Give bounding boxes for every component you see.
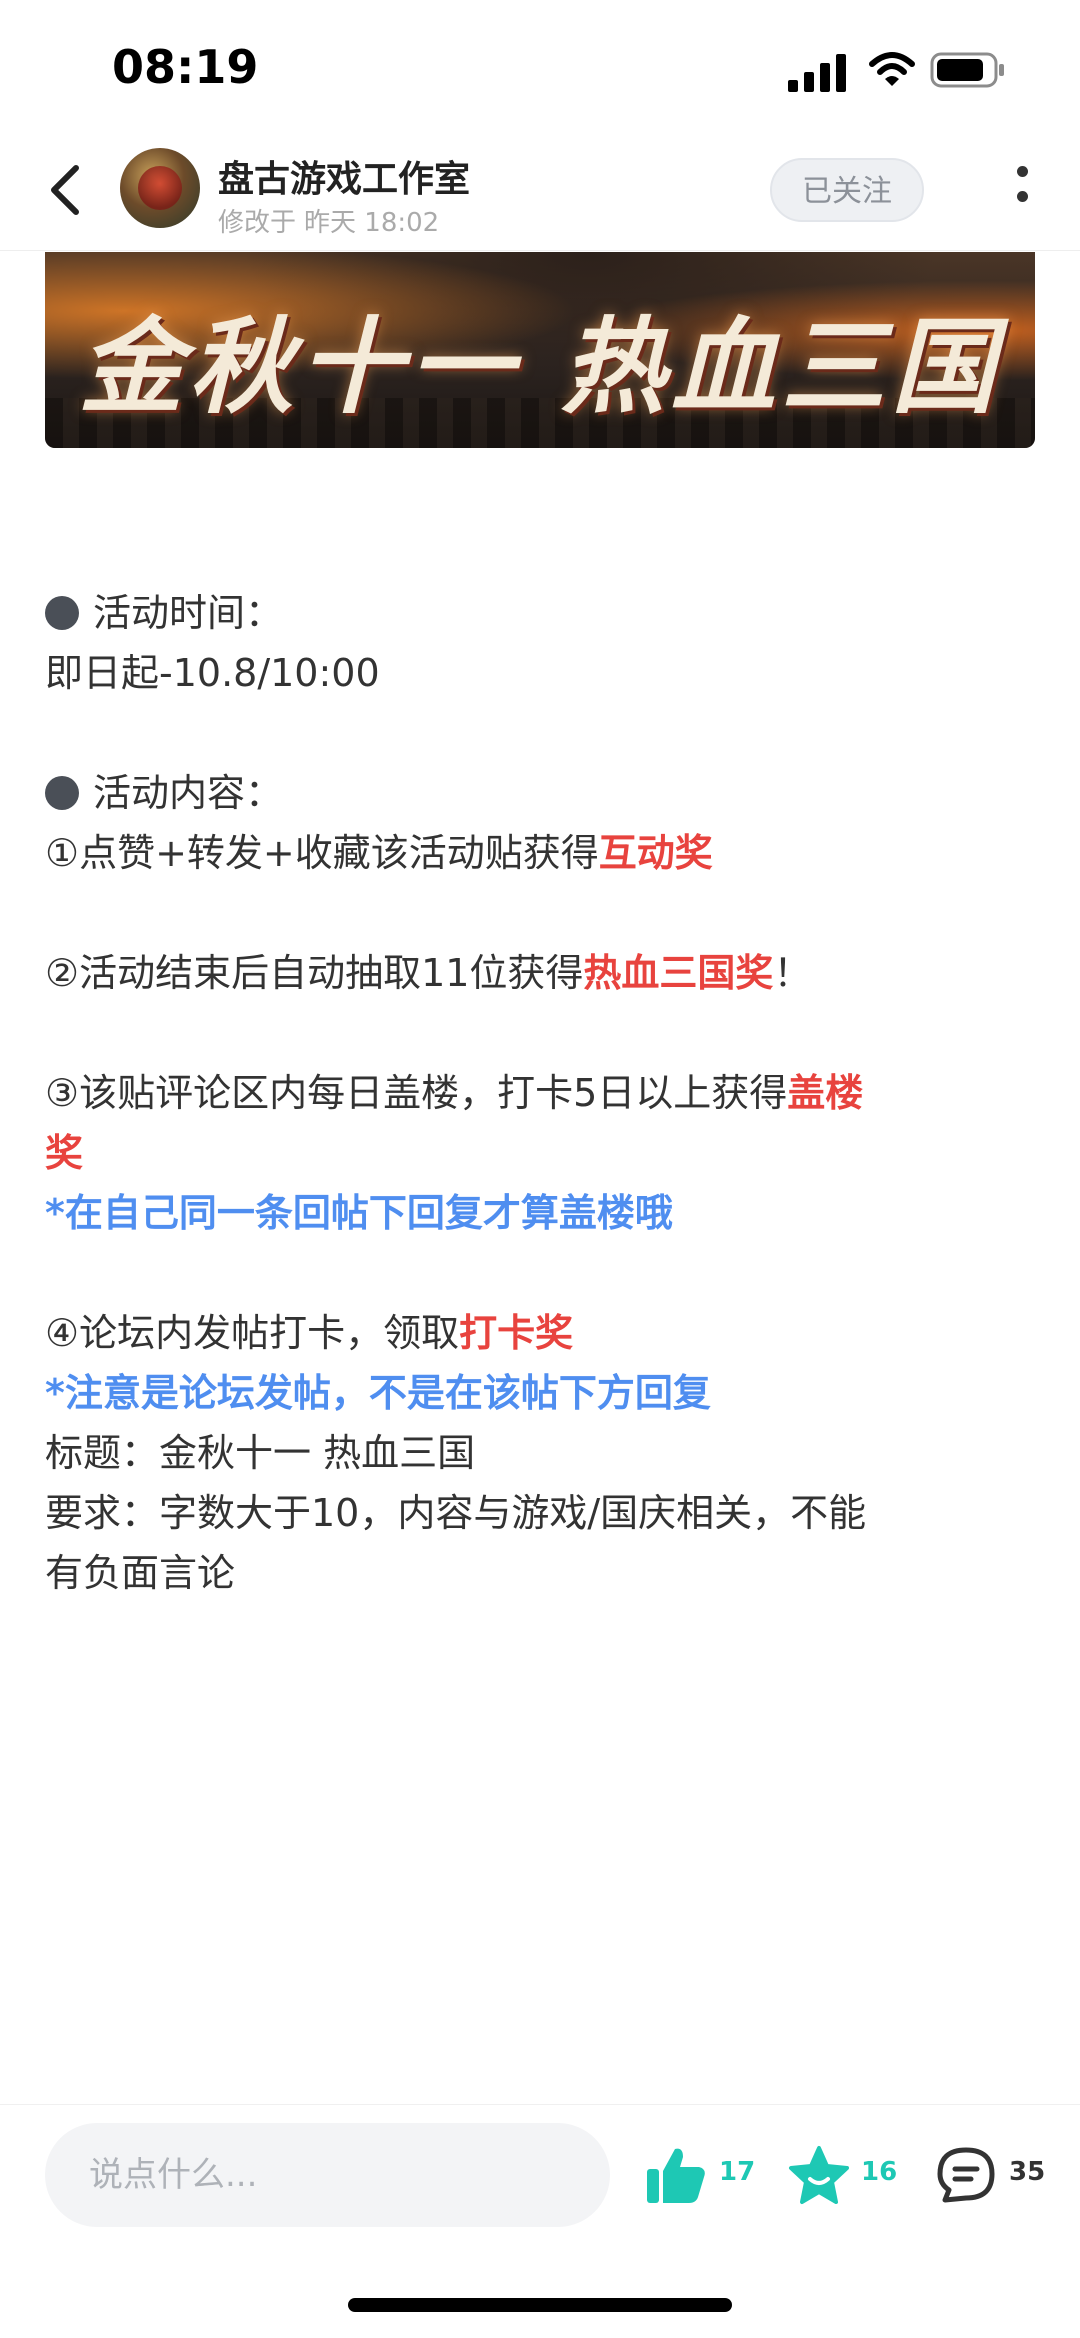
status-time: 08:19 (112, 40, 259, 94)
award-rexue-sanguo: 热血三国奖 (583, 951, 774, 995)
section-time-heading: 活动时间： (45, 582, 283, 637)
rule-item-2-suffix: ！ (773, 951, 812, 995)
section-time-title: 活动时间： (93, 591, 284, 635)
rule-item-3-cont: 奖 (45, 1122, 83, 1177)
award-building-b: 奖 (45, 1131, 84, 1175)
rule-item-2-text: ②活动结束后自动抽取11位获得 (45, 951, 584, 995)
edit-prefix: 修改于 (218, 208, 297, 238)
rule-item-1: ①点赞+转发+收藏该活动贴获得互动奖 (45, 822, 713, 877)
post-header: 盘古游戏工作室 修改于 昨天 18:02 已关注 (0, 130, 1080, 251)
follow-button[interactable]: 已关注 (770, 158, 924, 222)
rule-item-4: ④论坛内发帖打卡，领取打卡奖 (45, 1302, 573, 1357)
edit-timestamp: 修改于 昨天 18:02 (218, 202, 439, 239)
comment-count: 35 (1009, 2157, 1046, 2187)
rule-item-4-text: ④论坛内发帖打卡，领取 (45, 1311, 460, 1355)
rule-item-3: ③该贴评论区内每日盖楼，打卡5日以上获得盖楼 (45, 1062, 863, 1117)
section-content-heading: 活动内容： (45, 762, 283, 817)
comment-input[interactable]: 说点什么... (45, 2123, 610, 2227)
award-interaction: 互动奖 (598, 831, 713, 875)
like-button[interactable]: 17 (645, 2145, 765, 2205)
cellular-signal-icon (788, 54, 846, 92)
battery-icon (930, 52, 1004, 88)
bullet-icon (45, 596, 79, 630)
section-content-title: 活动内容： (93, 771, 284, 815)
rule-item-4-note: *注意是论坛发帖，不是在该帖下方回复 (45, 1371, 711, 1415)
rule-item-2: ②活动结束后自动抽取11位获得热血三国奖！ (45, 942, 811, 997)
post-title-requirement: 标题：金秋十一 热血三国 (45, 1431, 476, 1475)
award-checkin: 打卡奖 (459, 1311, 574, 1355)
post-requirement-line-2: 有负面言论 (45, 1551, 236, 1595)
edit-time-value: 昨天 18:02 (304, 208, 440, 238)
home-indicator[interactable] (348, 2298, 732, 2312)
more-options-icon[interactable] (1010, 166, 1034, 222)
rule-item-1-text: ①点赞+转发+收藏该活动贴获得 (45, 831, 599, 875)
rule-item-3-text: ③该贴评论区内每日盖楼，打卡5日以上获得 (45, 1071, 788, 1115)
status-bar: 08:19 (0, 0, 1080, 130)
bullet-icon (45, 776, 79, 810)
post-banner-image[interactable]: 金秋十一 热血三国 (45, 252, 1035, 448)
rule-item-3-note: *在自己同一条回帖下回复才算盖楼哦 (45, 1191, 673, 1235)
thumbs-up-icon (647, 2148, 705, 2203)
post-requirement-line-1: 要求：字数大于10，内容与游戏/国庆相关，不能 (45, 1491, 867, 1535)
banner-title: 金秋十一 热血三国 (78, 305, 1002, 428)
avatar-figure (138, 166, 182, 210)
favorite-count: 16 (861, 2157, 898, 2187)
like-count: 17 (719, 2157, 756, 2187)
wifi-icon (869, 52, 915, 86)
author-avatar[interactable] (120, 148, 200, 228)
comment-button[interactable]: 35 (935, 2145, 1055, 2205)
star-icon (789, 2146, 849, 2204)
comment-bubble-icon (937, 2147, 995, 2203)
back-arrow-icon[interactable] (40, 160, 90, 220)
favorite-button[interactable]: 16 (787, 2145, 907, 2205)
award-building-a: 盖楼 (787, 1071, 864, 1115)
section-time-value: 即日起-10.8/10:00 (45, 651, 380, 695)
author-name[interactable]: 盘古游戏工作室 (218, 150, 470, 202)
